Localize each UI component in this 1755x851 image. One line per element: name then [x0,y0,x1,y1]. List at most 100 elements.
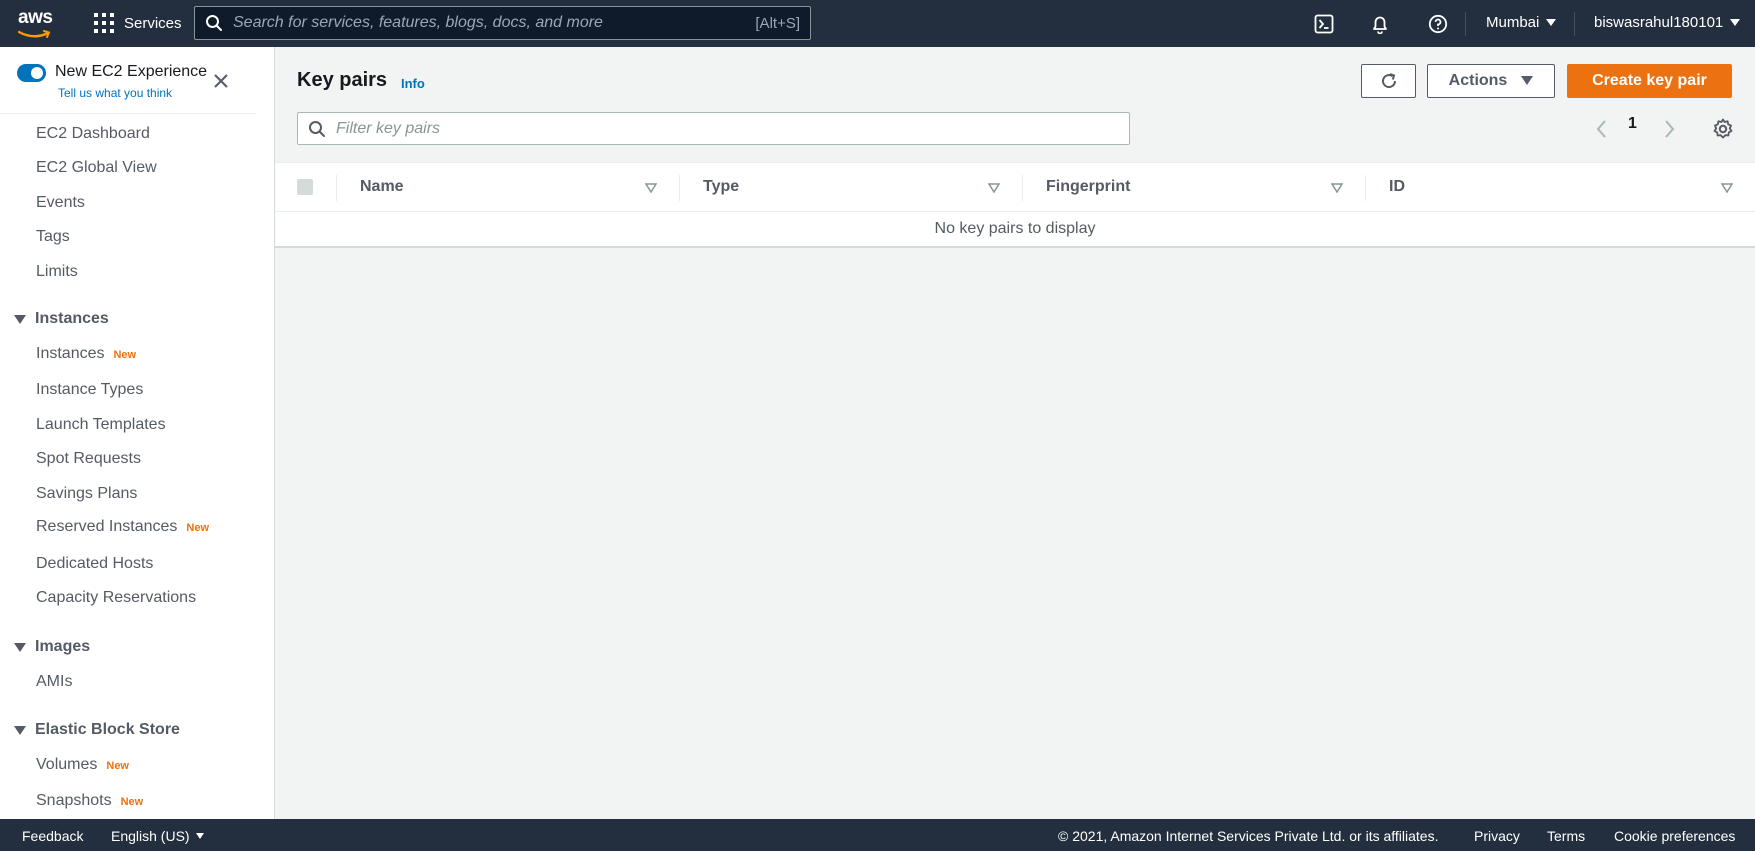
sidebar-section-elastic-block-store[interactable]: Elastic Block Store [14,721,180,739]
sidebar-item-savings-plans[interactable]: Savings Plans [36,485,137,503]
sidebar-section-label: Elastic Block Store [35,721,180,738]
close-icon[interactable] [211,71,231,91]
sidebar-item-label: AMIs [36,673,73,690]
new-experience-toggle[interactable] [17,64,46,82]
sidebar-item-events[interactable]: Events [36,194,85,212]
new-experience-header: New EC2 Experience Tell us what you thin… [0,47,256,114]
column-header-id[interactable]: ID [1389,178,1405,196]
sidebar-item-reserved-instances[interactable]: Reserved Instances New [36,518,209,536]
sidebar-item-instance-types[interactable]: Instance Types [36,381,143,399]
filter-box[interactable] [297,112,1130,145]
sidebar-item-ec2-global-view[interactable]: EC2 Global View [36,159,157,177]
nav-divider [1465,12,1466,36]
sort-icon[interactable] [1721,182,1733,194]
sidebar-item-dedicated-hosts[interactable]: Dedicated Hosts [36,555,153,573]
sort-icon[interactable] [645,182,657,194]
help-icon[interactable] [1426,12,1450,36]
sidebar-item-label: Launch Templates [36,416,166,433]
sidebar-item-label: Instance Types [36,381,144,398]
sidebar-item-snapshots[interactable]: Snapshots New [36,792,143,810]
sidebar-item-limits[interactable]: Limits [36,263,78,281]
column-divider [679,175,680,201]
chevron-right-icon[interactable] [1659,117,1679,141]
sidebar-item-label: Savings Plans [36,485,138,502]
column-header-name[interactable]: Name [360,178,404,196]
info-link[interactable]: Info [401,76,425,91]
services-label: Services [124,14,182,32]
sidebar-item-capacity-reservations[interactable]: Capacity Reservations [36,589,196,607]
new-badge: New [113,349,137,361]
feedback-link[interactable]: Tell us what you think [58,86,172,100]
sidebar-item-amis[interactable]: AMIs [36,673,72,691]
search-icon [206,15,222,31]
sidebar-item-label: Events [36,194,85,211]
privacy-link[interactable]: Privacy [1474,828,1520,844]
global-search-input[interactable] [223,14,756,32]
sort-icon[interactable] [1331,182,1343,194]
region-selector[interactable]: Mumbai [1486,14,1557,31]
services-menu-button[interactable]: Services [94,13,182,33]
sidebar-item-ec2-dashboard[interactable]: EC2 Dashboard [36,125,150,143]
page-title: Key pairs [297,69,388,91]
sidebar-item-volumes[interactable]: Volumes New [36,756,129,774]
feedback-button[interactable]: Feedback [22,828,83,844]
notifications-bell-icon[interactable] [1368,12,1392,36]
caret-down-icon [1730,19,1741,26]
page-number[interactable]: 1 [1628,115,1637,133]
refresh-icon [1381,73,1396,89]
nav-divider [1574,12,1575,36]
copyright-text: © 2021, Amazon Internet Services Private… [1058,828,1439,844]
column-divider [1022,175,1023,201]
terms-link[interactable]: Terms [1547,828,1585,844]
create-key-pair-button[interactable]: Create key pair [1567,64,1732,98]
column-header-fingerprint[interactable]: Fingerprint [1046,178,1130,196]
terms-label: Terms [1547,828,1586,844]
filter-key-pairs-input[interactable] [326,119,1119,138]
sidebar-section-label: Images [35,638,91,655]
caret-down-icon [14,725,26,735]
refresh-button[interactable] [1361,64,1416,98]
apps-grid-icon [94,13,114,33]
cloudshell-icon[interactable] [1312,12,1336,36]
sidebar-item-instances[interactable]: Instances New [36,345,136,363]
column-divider [1365,175,1366,201]
global-search-box[interactable]: [Alt+S] [194,6,811,40]
language-selector[interactable]: English (US) [111,828,204,844]
sidebar-item-label: Reserved Instances [36,518,178,535]
sidebar-item-label: Tags [36,228,70,245]
account-menu[interactable]: biswasrahul180101 [1594,14,1741,31]
caret-down-icon [1546,19,1557,26]
cookie-preferences-label: Cookie preferences [1614,828,1736,844]
caret-down-icon [195,833,204,839]
cookie-preferences-link[interactable]: Cookie preferences [1614,828,1735,844]
sidebar-item-label: Snapshots [36,792,112,809]
sidebar-item-label: Limits [36,263,78,280]
region-label: Mumbai [1486,14,1540,31]
aws-logo[interactable]: aws [17,7,58,39]
sidebar-item-launch-templates[interactable]: Launch Templates [36,416,166,434]
caret-down-icon [14,642,26,652]
new-badge: New [120,796,144,808]
chevron-left-icon[interactable] [1592,117,1612,141]
table-header: Name Type Fingerprint ID [275,162,1755,212]
search-icon [309,120,325,137]
new-badge: New [186,522,210,534]
sort-icon[interactable] [988,182,1000,194]
main-content: Key pairs Info Actions Create key pair 1… [275,47,1755,819]
sidebar-section-label: Instances [35,310,109,327]
select-all-checkbox[interactable] [297,179,313,195]
footer: Feedback English (US) © 2021, Amazon Int… [0,819,1755,851]
sidebar-section-images[interactable]: Images [14,638,90,656]
top-navigation: aws Services [Alt+S] [0,0,1755,47]
column-header-type[interactable]: Type [703,178,739,196]
account-name: biswasrahul180101 [1594,14,1724,31]
sidebar-item-tags[interactable]: Tags [36,228,70,246]
caret-down-icon [1521,76,1534,85]
language-label: English (US) [111,828,190,844]
sidebar-section-instances[interactable]: Instances [14,310,109,328]
actions-dropdown-button[interactable]: Actions [1427,64,1555,98]
sidebar-item-spot-requests[interactable]: Spot Requests [36,450,141,468]
aws-logo-text: aws [18,7,53,28]
gear-icon[interactable] [1711,117,1735,141]
new-experience-title: New EC2 Experience [55,63,208,80]
